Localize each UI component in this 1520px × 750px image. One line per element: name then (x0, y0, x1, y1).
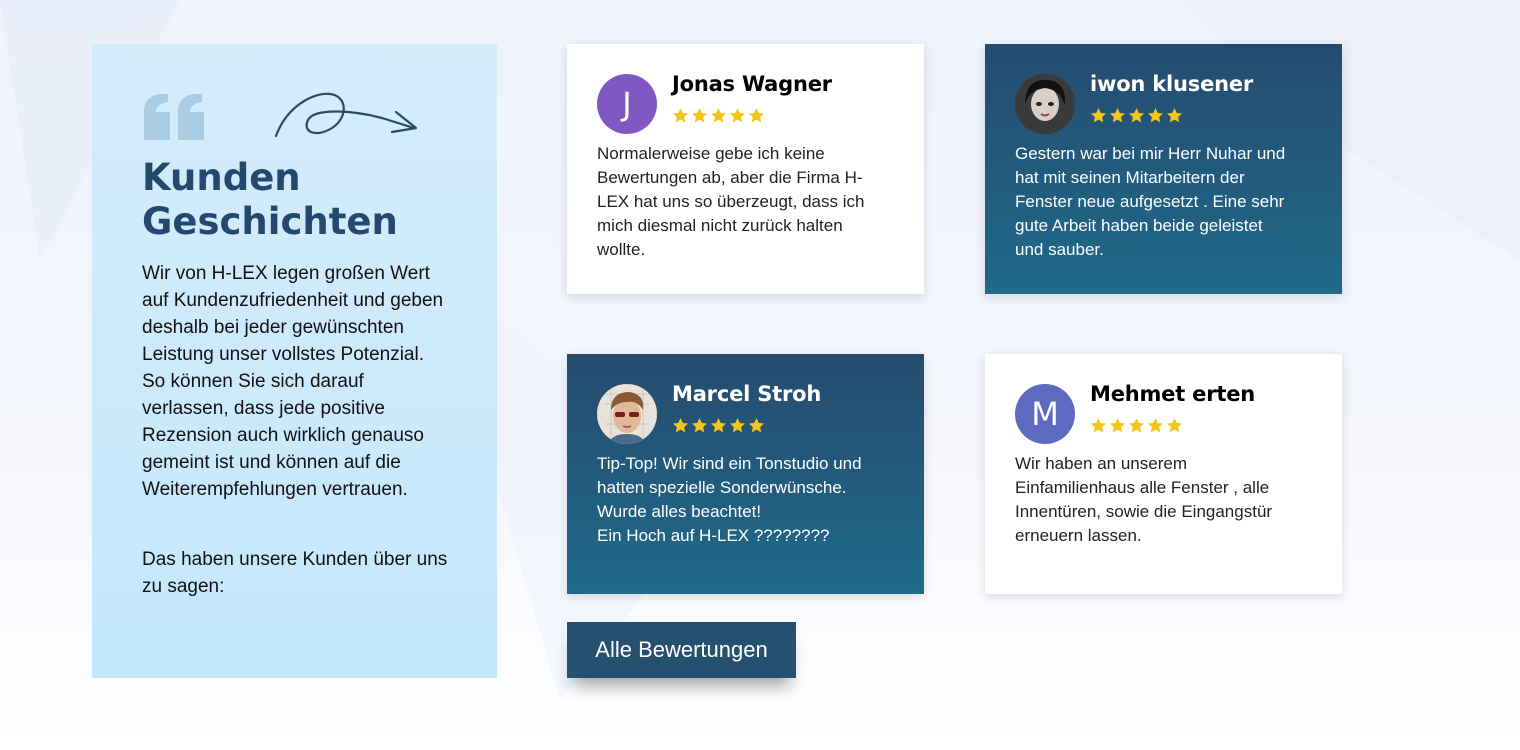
review-text: Normalerweise gebe ich keine Bewertungen… (597, 144, 865, 259)
star-icon (1109, 418, 1126, 433)
reviewer-name: Mehmet erten (1090, 382, 1255, 406)
avatar-photo (597, 384, 657, 444)
star-icon (1147, 418, 1164, 433)
star-icon (729, 108, 746, 123)
star-icon (1147, 108, 1164, 123)
section-title: Kunden Geschichten (142, 156, 398, 243)
star-icon (1109, 108, 1126, 123)
review-card: M Mehmet erten Wir haben an unserem Einf… (985, 354, 1342, 594)
review-card: Marcel Stroh Tip-Top! Wir sind ein Tonst… (567, 354, 924, 594)
star-icon (1090, 418, 1107, 433)
quote-icon (144, 94, 204, 140)
intro-panel: Kunden Geschichten Wir von H-LEX legen g… (92, 44, 497, 678)
star-icon (1090, 108, 1107, 123)
star-icon (691, 108, 708, 123)
reviewer-name: Marcel Stroh (672, 382, 822, 406)
star-icon (672, 108, 689, 123)
review-card: J Jonas Wagner Normalerweise gebe ich ke… (567, 44, 924, 294)
reviewer-name: iwon klusener (1090, 72, 1254, 96)
avatar-initial: J (622, 85, 632, 123)
avatar-initial: M (1031, 395, 1059, 433)
star-rating (1090, 417, 1183, 434)
star-icon (710, 418, 727, 433)
star-icon (1166, 418, 1183, 433)
intro-description: Wir von H-LEX legen großen Wert auf Kund… (142, 263, 444, 500)
avatar (1015, 74, 1075, 134)
star-icon (748, 418, 765, 433)
star-icon (672, 418, 689, 433)
avatar-photo (1015, 74, 1075, 134)
star-rating (672, 107, 765, 124)
review-text: Tip-Top! Wir sind ein Tonstudio und hatt… (597, 454, 862, 545)
star-rating (672, 417, 765, 434)
curly-arrow-icon (274, 92, 418, 138)
review-text: Wir haben an unserem Einfamilienhaus all… (1015, 454, 1273, 545)
reviewer-name: Jonas Wagner (672, 72, 832, 96)
avatar (597, 384, 657, 444)
intro-call-to-action: Das haben unsere Kunden über uns zu sage… (142, 549, 448, 597)
review-card: iwon klusener Gestern war bei mir Herr N… (985, 44, 1342, 294)
star-rating (1090, 107, 1183, 124)
star-icon (710, 108, 727, 123)
all-reviews-button[interactable]: Alle Bewertungen (567, 622, 796, 678)
star-icon (691, 418, 708, 433)
star-icon (748, 108, 765, 123)
star-icon (1128, 108, 1145, 123)
star-icon (1166, 108, 1183, 123)
avatar: M (1015, 384, 1075, 444)
avatar: J (597, 74, 657, 134)
star-icon (1128, 418, 1145, 433)
star-icon (729, 418, 746, 433)
review-text: Gestern war bei mir Herr Nuhar und hat m… (1015, 144, 1286, 259)
